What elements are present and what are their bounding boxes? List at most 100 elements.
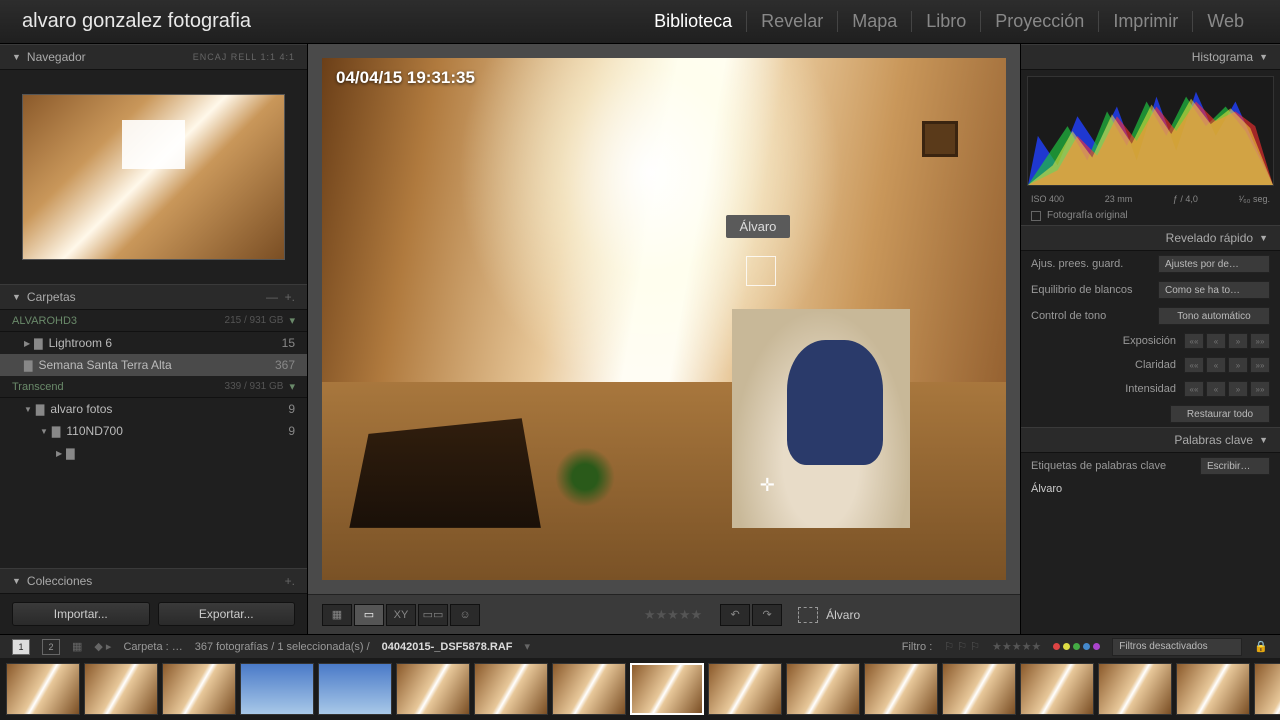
filmstrip-thumb[interactable] [1098,663,1172,715]
meta-shutter: ¹⁄₆₀ seg. [1239,194,1270,204]
survey-view-button[interactable]: ▭▭ [418,604,448,626]
folder-row[interactable]: ▶▇ [0,442,307,464]
filmstrip-thumb[interactable] [552,663,626,715]
status-count: 367 fotografías / 1 seleccionada(s) / [195,641,370,653]
filmstrip-thumb[interactable] [162,663,236,715]
folder-count: 9 [288,402,295,416]
step-button[interactable]: « [1206,357,1226,373]
filmstrip-thumb[interactable] [864,663,938,715]
navigator-modes[interactable]: ENCAJ RELL 1:1 4:1 [193,52,295,62]
filmstrip-thumb[interactable] [708,663,782,715]
rotate-right-button[interactable]: ↷ [752,604,782,626]
collections-plus[interactable]: +. [285,574,295,588]
chevron-down-icon: ▼ [1259,435,1268,445]
loupe-view-button[interactable]: ▭ [354,604,384,626]
step-button[interactable]: » [1228,381,1248,397]
folder-icon: ▇ [36,403,44,416]
step-button[interactable]: »» [1250,381,1270,397]
original-photo-check[interactable]: Fotografía original [1021,206,1280,225]
import-button[interactable]: Importar... [12,602,150,626]
step-button[interactable]: «« [1184,333,1204,349]
filmstrip-thumb[interactable] [630,663,704,715]
filmstrip-thumb[interactable] [6,663,80,715]
folder-row[interactable]: ▶▇ Lightroom 6 15 [0,332,307,354]
filmstrip-thumb[interactable] [942,663,1016,715]
filter-colors[interactable] [1053,643,1100,650]
volume-row[interactable]: Transcend 339 / 931 GB ▾ [0,376,307,398]
step-button[interactable]: »» [1250,357,1270,373]
module-biblioteca[interactable]: Biblioteca [640,11,747,32]
step-button[interactable]: »» [1250,333,1270,349]
keyword-mode-select[interactable]: Escribir… [1200,457,1270,475]
step-button[interactable]: « [1206,333,1226,349]
nav-arrows[interactable]: ◆ ▸ [94,640,111,653]
page-1[interactable]: 1 [12,639,30,655]
folders-plus-minus[interactable]: — +. [266,290,295,304]
rating-stars[interactable]: ★★★★★ [644,607,702,623]
module-libro[interactable]: Libro [912,11,981,32]
module-proyeccion[interactable]: Proyección [981,11,1099,32]
compare-view-button[interactable]: XY [386,604,416,626]
filters-off-select[interactable]: Filtros desactivados [1112,638,1242,656]
module-mapa[interactable]: Mapa [838,11,912,32]
step-button[interactable]: « [1206,381,1226,397]
lock-icon[interactable]: 🔒 [1254,640,1268,653]
module-web[interactable]: Web [1193,11,1258,32]
filmstrip-thumb[interactable] [240,663,314,715]
face-region[interactable] [746,256,776,286]
filter-stars[interactable]: ★★★★★ [992,640,1041,653]
folders-body: ALVAROHD3 215 / 931 GB ▾ ▶▇ Lightroom 6 … [0,310,307,568]
module-imprimir[interactable]: Imprimir [1099,11,1193,32]
volume-row[interactable]: ALVAROHD3 215 / 931 GB ▾ [0,310,307,332]
meta-focal: 23 mm [1105,194,1133,204]
filter-flags[interactable]: ⚐ ⚐ ⚐ [944,640,980,653]
folder-row[interactable]: ▼▇ 110ND700 9 [0,420,307,442]
folder-row[interactable]: ▼▇ alvaro fotos 9 [0,398,307,420]
wb-select[interactable]: Como se ha to… [1158,281,1270,299]
face-selector[interactable]: Álvaro [798,607,860,623]
filter-label: Filtro : [902,641,933,653]
view-mode-group: ▦ ▭ XY ▭▭ ☺ [322,604,480,626]
filmstrip[interactable] [0,658,1280,720]
filmstrip-thumb[interactable] [786,663,860,715]
grid-icon[interactable]: ▦ [72,640,82,653]
auto-tone-button[interactable]: Tono automático [1158,307,1270,325]
status-bar: 1 2 ▦ ◆ ▸ Carpeta : … 367 fotografías / … [0,634,1280,658]
center-panel: 04/04/15 19:31:35 Álvaro ✛ ▦ ▭ XY ▭▭ ☺ ★… [308,44,1020,634]
face-label[interactable]: Álvaro [726,215,791,238]
reset-button[interactable]: Restaurar todo [1170,405,1270,423]
step-button[interactable]: » [1228,357,1248,373]
export-button[interactable]: Exportar... [158,602,296,626]
module-revelar[interactable]: Revelar [747,11,838,32]
step-button[interactable]: «« [1184,357,1204,373]
page-2[interactable]: 2 [42,639,60,655]
filmstrip-thumb[interactable] [1176,663,1250,715]
step-button[interactable]: «« [1184,381,1204,397]
filmstrip-thumb[interactable] [1254,663,1280,715]
chevron-down-icon: ▼ [40,427,48,436]
filmstrip-thumb[interactable] [318,663,392,715]
navigator-preview[interactable] [0,70,307,284]
filmstrip-thumb[interactable] [396,663,470,715]
rotate-left-button[interactable]: ↶ [720,604,750,626]
filmstrip-thumb[interactable] [84,663,158,715]
exposure-row: Exposición ««« »»» [1021,329,1280,353]
navigator-thumb [22,94,285,260]
folder-row[interactable]: ▇ Semana Santa Terra Alta 367 [0,354,307,376]
collections-header[interactable]: ▼ Colecciones +. [0,568,307,594]
histogram-header[interactable]: Histograma ▼ [1021,44,1280,70]
filmstrip-thumb[interactable] [474,663,548,715]
folders-header[interactable]: ▼ Carpetas — +. [0,284,307,310]
preset-select[interactable]: Ajustes por de… [1158,255,1270,273]
filmstrip-thumb[interactable] [1020,663,1094,715]
histogram[interactable] [1027,76,1274,186]
keywords-header[interactable]: Palabras clave ▼ [1021,427,1280,453]
loupe-view[interactable]: 04/04/15 19:31:35 Álvaro ✛ [308,44,1020,594]
people-view-button[interactable]: ☺ [450,604,480,626]
grid-view-button[interactable]: ▦ [322,604,352,626]
histogram-title: Histograma [1192,50,1253,64]
quickdev-header[interactable]: Revelado rápido ▼ [1021,225,1280,251]
preset-row: Ajus. prees. guard. Ajustes por de… [1021,251,1280,277]
navigator-header[interactable]: ▼ Navegador ENCAJ RELL 1:1 4:1 [0,44,307,70]
step-button[interactable]: » [1228,333,1248,349]
